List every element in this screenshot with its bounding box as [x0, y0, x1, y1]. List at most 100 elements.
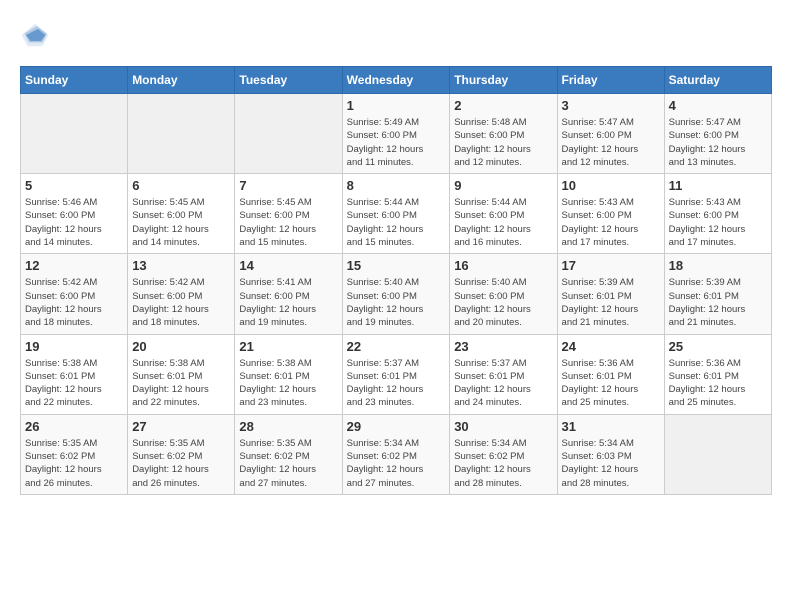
- day-info: Sunrise: 5:36 AM Sunset: 6:01 PM Dayligh…: [562, 357, 660, 410]
- weekday-header: Friday: [557, 67, 664, 94]
- calendar-cell: 18 Sunrise: 5:39 AM Sunset: 6:01 PM Dayli…: [664, 254, 771, 334]
- day-number: 15: [347, 258, 446, 273]
- calendar-cell: 31Sunrise: 5:34 AM Sunset: 6:03 PM Dayli…: [557, 414, 664, 494]
- day-number: 5: [25, 178, 123, 193]
- day-number: 25: [669, 339, 767, 354]
- calendar-cell: 20Sunrise: 5:38 AM Sunset: 6:01 PM Dayli…: [128, 334, 235, 414]
- day-number: 1: [347, 98, 446, 113]
- day-number: 12: [25, 258, 123, 273]
- day-number: 29: [347, 419, 446, 434]
- calendar-week-row: 5 Sunrise: 5:46 AM Sunset: 6:00 PM Daylig…: [21, 174, 772, 254]
- calendar-cell: 2Sunrise: 5:48 AM Sunset: 6:00 PM Daylig…: [450, 94, 557, 174]
- day-number: 30: [454, 419, 552, 434]
- day-info: Sunrise: 5:37 AM Sunset: 6:01 PM Dayligh…: [454, 357, 552, 410]
- calendar-cell: 23Sunrise: 5:37 AM Sunset: 6:01 PM Dayli…: [450, 334, 557, 414]
- calendar-cell: 30Sunrise: 5:34 AM Sunset: 6:02 PM Dayli…: [450, 414, 557, 494]
- calendar-cell: 25 Sunrise: 5:36 AM Sunset: 6:01 PM Dayli…: [664, 334, 771, 414]
- day-info: Sunrise: 5:43 AM Sunset: 6:00 PM Dayligh…: [669, 196, 767, 249]
- calendar-cell: 9 Sunrise: 5:44 AM Sunset: 6:00 PM Daylig…: [450, 174, 557, 254]
- day-number: 18: [669, 258, 767, 273]
- calendar-cell: 10 Sunrise: 5:43 AM Sunset: 6:00 PM Dayli…: [557, 174, 664, 254]
- day-info: Sunrise: 5:44 AM Sunset: 6:00 PM Dayligh…: [347, 196, 446, 249]
- day-info: Sunrise: 5:35 AM Sunset: 6:02 PM Dayligh…: [25, 437, 123, 490]
- day-info: Sunrise: 5:39 AM Sunset: 6:01 PM Dayligh…: [562, 276, 660, 329]
- day-info: Sunrise: 5:47 AM Sunset: 6:00 PM Dayligh…: [562, 116, 660, 169]
- calendar-cell: 15 Sunrise: 5:40 AM Sunset: 6:00 PM Dayli…: [342, 254, 450, 334]
- calendar-cell: 5 Sunrise: 5:46 AM Sunset: 6:00 PM Daylig…: [21, 174, 128, 254]
- day-number: 21: [239, 339, 337, 354]
- day-info: Sunrise: 5:38 AM Sunset: 6:01 PM Dayligh…: [239, 357, 337, 410]
- day-number: 24: [562, 339, 660, 354]
- calendar-cell: 12 Sunrise: 5:42 AM Sunset: 6:00 PM Dayli…: [21, 254, 128, 334]
- day-info: Sunrise: 5:35 AM Sunset: 6:02 PM Dayligh…: [239, 437, 337, 490]
- calendar-cell: 7 Sunrise: 5:45 AM Sunset: 6:00 PM Daylig…: [235, 174, 342, 254]
- calendar-cell: [664, 414, 771, 494]
- day-number: 6: [132, 178, 230, 193]
- day-number: 17: [562, 258, 660, 273]
- calendar-cell: 22 Sunrise: 5:37 AM Sunset: 6:01 PM Dayli…: [342, 334, 450, 414]
- day-number: 11: [669, 178, 767, 193]
- calendar-header: SundayMondayTuesdayWednesdayThursdayFrid…: [21, 67, 772, 94]
- day-number: 27: [132, 419, 230, 434]
- day-info: Sunrise: 5:45 AM Sunset: 6:00 PM Dayligh…: [132, 196, 230, 249]
- day-number: 13: [132, 258, 230, 273]
- calendar-cell: 21 Sunrise: 5:38 AM Sunset: 6:01 PM Dayli…: [235, 334, 342, 414]
- calendar-cell: 16Sunrise: 5:40 AM Sunset: 6:00 PM Dayli…: [450, 254, 557, 334]
- calendar-cell: 8 Sunrise: 5:44 AM Sunset: 6:00 PM Daylig…: [342, 174, 450, 254]
- calendar-cell: 17 Sunrise: 5:39 AM Sunset: 6:01 PM Dayli…: [557, 254, 664, 334]
- day-info: Sunrise: 5:39 AM Sunset: 6:01 PM Dayligh…: [669, 276, 767, 329]
- calendar-cell: [128, 94, 235, 174]
- day-number: 19: [25, 339, 123, 354]
- day-info: Sunrise: 5:45 AM Sunset: 6:00 PM Dayligh…: [239, 196, 337, 249]
- calendar-cell: [21, 94, 128, 174]
- logo-icon: [20, 20, 50, 50]
- weekday-row: SundayMondayTuesdayWednesdayThursdayFrid…: [21, 67, 772, 94]
- day-info: Sunrise: 5:38 AM Sunset: 6:01 PM Dayligh…: [25, 357, 123, 410]
- weekday-header: Wednesday: [342, 67, 450, 94]
- day-number: 3: [562, 98, 660, 113]
- day-info: Sunrise: 5:48 AM Sunset: 6:00 PM Dayligh…: [454, 116, 552, 169]
- weekday-header: Tuesday: [235, 67, 342, 94]
- calendar-body: 1 Sunrise: 5:49 AM Sunset: 6:00 PM Daylig…: [21, 94, 772, 495]
- calendar-week-row: 19 Sunrise: 5:38 AM Sunset: 6:01 PM Dayli…: [21, 334, 772, 414]
- calendar-cell: 26 Sunrise: 5:35 AM Sunset: 6:02 PM Dayli…: [21, 414, 128, 494]
- day-number: 26: [25, 419, 123, 434]
- weekday-header: Saturday: [664, 67, 771, 94]
- day-info: Sunrise: 5:42 AM Sunset: 6:00 PM Dayligh…: [25, 276, 123, 329]
- day-info: Sunrise: 5:46 AM Sunset: 6:00 PM Dayligh…: [25, 196, 123, 249]
- day-info: Sunrise: 5:38 AM Sunset: 6:01 PM Dayligh…: [132, 357, 230, 410]
- day-info: Sunrise: 5:42 AM Sunset: 6:00 PM Dayligh…: [132, 276, 230, 329]
- weekday-header: Thursday: [450, 67, 557, 94]
- calendar-cell: 13 Sunrise: 5:42 AM Sunset: 6:00 PM Dayli…: [128, 254, 235, 334]
- logo: [20, 20, 54, 50]
- calendar-cell: 14Sunrise: 5:41 AM Sunset: 6:00 PM Dayli…: [235, 254, 342, 334]
- weekday-header: Sunday: [21, 67, 128, 94]
- calendar-cell: 11 Sunrise: 5:43 AM Sunset: 6:00 PM Dayli…: [664, 174, 771, 254]
- calendar-week-row: 1 Sunrise: 5:49 AM Sunset: 6:00 PM Daylig…: [21, 94, 772, 174]
- calendar-cell: 24 Sunrise: 5:36 AM Sunset: 6:01 PM Dayli…: [557, 334, 664, 414]
- day-number: 28: [239, 419, 337, 434]
- day-number: 4: [669, 98, 767, 113]
- day-number: 22: [347, 339, 446, 354]
- page-header: [20, 20, 772, 50]
- calendar-cell: 3 Sunrise: 5:47 AM Sunset: 6:00 PM Daylig…: [557, 94, 664, 174]
- day-info: Sunrise: 5:34 AM Sunset: 6:03 PM Dayligh…: [562, 437, 660, 490]
- day-number: 10: [562, 178, 660, 193]
- day-info: Sunrise: 5:44 AM Sunset: 6:00 PM Dayligh…: [454, 196, 552, 249]
- day-number: 9: [454, 178, 552, 193]
- day-number: 16: [454, 258, 552, 273]
- calendar-cell: 29 Sunrise: 5:34 AM Sunset: 6:02 PM Dayli…: [342, 414, 450, 494]
- calendar-cell: 4Sunrise: 5:47 AM Sunset: 6:00 PM Daylig…: [664, 94, 771, 174]
- day-info: Sunrise: 5:43 AM Sunset: 6:00 PM Dayligh…: [562, 196, 660, 249]
- day-info: Sunrise: 5:37 AM Sunset: 6:01 PM Dayligh…: [347, 357, 446, 410]
- calendar-week-row: 26 Sunrise: 5:35 AM Sunset: 6:02 PM Dayli…: [21, 414, 772, 494]
- day-info: Sunrise: 5:49 AM Sunset: 6:00 PM Dayligh…: [347, 116, 446, 169]
- day-info: Sunrise: 5:41 AM Sunset: 6:00 PM Dayligh…: [239, 276, 337, 329]
- day-info: Sunrise: 5:34 AM Sunset: 6:02 PM Dayligh…: [347, 437, 446, 490]
- day-info: Sunrise: 5:36 AM Sunset: 6:01 PM Dayligh…: [669, 357, 767, 410]
- calendar-week-row: 12 Sunrise: 5:42 AM Sunset: 6:00 PM Dayli…: [21, 254, 772, 334]
- calendar-cell: [235, 94, 342, 174]
- day-number: 7: [239, 178, 337, 193]
- day-info: Sunrise: 5:40 AM Sunset: 6:00 PM Dayligh…: [347, 276, 446, 329]
- day-number: 8: [347, 178, 446, 193]
